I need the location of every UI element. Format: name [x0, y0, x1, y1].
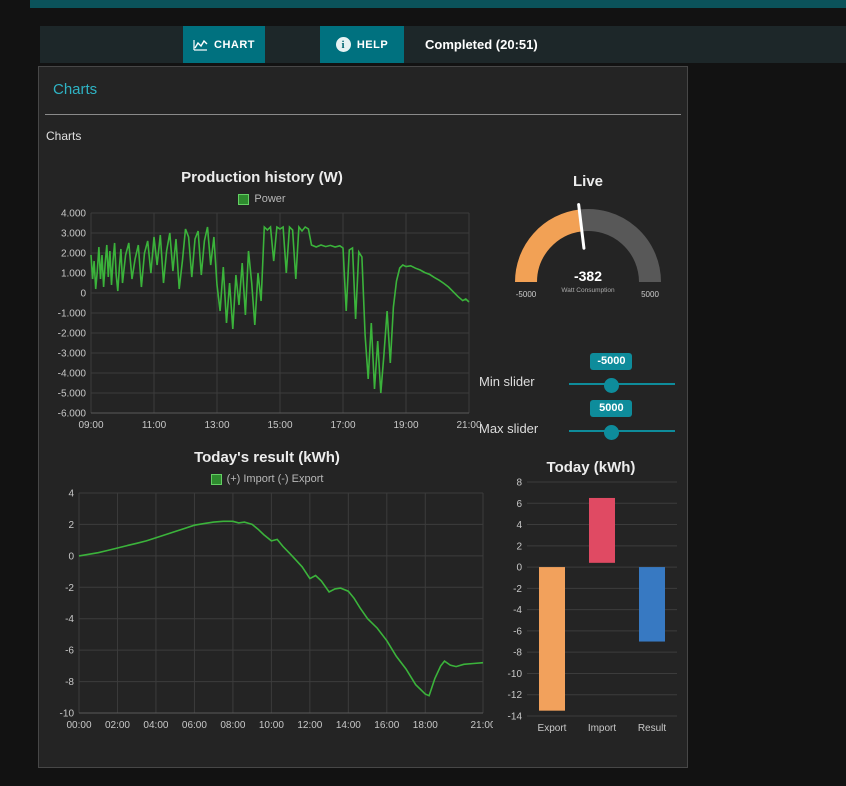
svg-text:-3.000: -3.000: [58, 349, 87, 360]
todays-result-plot: 00:00 02:00 04:00 06:00 08:00 10:00 12:00 14:00…: [60, 489, 493, 732]
svg-text:-2.000: -2.000: [58, 329, 87, 340]
max-slider-label: Max slider: [479, 421, 539, 436]
svg-text:-382: -382: [574, 268, 602, 284]
svg-text:19:00: 19:00: [393, 420, 418, 431]
svg-text:12:00: 12:00: [297, 720, 322, 731]
svg-text:04:00: 04:00: [143, 720, 168, 731]
svg-text:4: 4: [516, 520, 522, 531]
live-gauge: Live -5000 5000 -382 Watt Consumption: [491, 169, 685, 302]
svg-text:2.000: 2.000: [61, 249, 86, 260]
toolbar: CHART i HELP Completed (20:51): [40, 26, 846, 63]
svg-text:-14: -14: [508, 712, 523, 723]
production-history-plot: 09:00 11:00 13:00 15:00 17:00 19:00 21:004.000…: [58, 209, 482, 432]
panel-subtitle: Charts: [46, 129, 82, 143]
charts-panel: Charts Charts Production history (W) Pow…: [38, 66, 688, 768]
svg-text:-8: -8: [513, 648, 522, 659]
svg-text:-8: -8: [65, 677, 74, 688]
max-slider-track[interactable]: [569, 430, 675, 432]
svg-text:-5.000: -5.000: [58, 389, 87, 400]
svg-text:Export: Export: [538, 723, 567, 734]
svg-text:-10: -10: [60, 709, 75, 720]
svg-text:4.000: 4.000: [61, 209, 86, 220]
svg-text:16:00: 16:00: [374, 720, 399, 731]
svg-text:6: 6: [516, 499, 522, 510]
svg-text:-4.000: -4.000: [58, 369, 87, 380]
svg-text:10:00: 10:00: [259, 720, 284, 731]
min-slider-thumb[interactable]: [603, 378, 619, 393]
svg-text:13:00: 13:00: [204, 420, 229, 431]
svg-text:4: 4: [68, 489, 74, 500]
today-bar-title: Today (kWh): [546, 459, 636, 476]
divider: [45, 114, 681, 115]
svg-text:-4: -4: [65, 614, 74, 625]
help-button[interactable]: i HELP: [320, 26, 404, 63]
chart-icon: [193, 39, 208, 51]
svg-text:-6: -6: [513, 626, 522, 637]
svg-text:Result: Result: [638, 723, 667, 734]
svg-text:2: 2: [516, 541, 522, 552]
svg-text:15:00: 15:00: [267, 420, 292, 431]
svg-text:2: 2: [68, 520, 74, 531]
chart-button-label: CHART: [214, 38, 255, 51]
svg-text:09:00: 09:00: [78, 420, 103, 431]
svg-text:17:00: 17:00: [330, 420, 355, 431]
gauge-plot: -5000 5000 -382 Watt Consumption: [515, 203, 661, 299]
svg-text:-4: -4: [513, 605, 522, 616]
production-history-legend[interactable]: Power: [41, 193, 483, 205]
live-gauge-title: Live: [572, 173, 603, 190]
svg-text:8: 8: [516, 478, 522, 489]
svg-text:-6: -6: [65, 646, 74, 657]
min-slider-row: Min slider -5000: [477, 353, 687, 397]
svg-text:Watt Consumption: Watt Consumption: [561, 287, 615, 294]
svg-text:-10: -10: [508, 669, 523, 680]
legend-label-import-export: (+) Import (-) Export: [226, 473, 324, 485]
todays-result-legend[interactable]: (+) Import (-) Export: [41, 473, 493, 485]
panel-title: Charts: [53, 81, 98, 98]
min-slider-value-bubble: -5000: [590, 353, 633, 370]
svg-text:5000: 5000: [641, 290, 659, 299]
svg-text:3.000: 3.000: [61, 229, 86, 240]
svg-text:-2: -2: [513, 584, 522, 595]
svg-text:-2: -2: [65, 583, 74, 594]
today-bar-chart: Today (kWh) 8 6 4 2 0 -2 -4 -6 -8 -10 -12 -14 Export…: [499, 455, 683, 747]
legend-marker-import-export: [210, 473, 222, 485]
max-slider-row: Max slider 5000: [477, 400, 687, 444]
svg-text:06:00: 06:00: [182, 720, 207, 731]
svg-text:0: 0: [80, 289, 86, 300]
min-slider-label: Min slider: [479, 374, 535, 389]
svg-text:02:00: 02:00: [105, 720, 130, 731]
today-bar-plot: 8 6 4 2 0 -2 -4 -6 -8 -10 -12 -14 Export Import Result: [508, 478, 677, 734]
max-slider-value-bubble: 5000: [590, 400, 633, 417]
svg-text:08:00: 08:00: [220, 720, 245, 731]
todays-result-title: Today's result (kWh): [194, 449, 340, 466]
svg-text:Import: Import: [588, 723, 617, 734]
legend-label-power: Power: [254, 193, 286, 205]
legend-marker-power: [238, 193, 250, 205]
svg-text:0: 0: [516, 563, 522, 574]
production-history-title: Production history (W): [181, 169, 343, 186]
svg-text:0: 0: [68, 551, 74, 562]
svg-text:-12: -12: [508, 690, 523, 701]
svg-text:14:00: 14:00: [336, 720, 361, 731]
dashboard-screen: CHART i HELP Completed (20:51) Charts Ch…: [0, 0, 846, 786]
max-slider-thumb[interactable]: [603, 425, 619, 440]
svg-text:-1.000: -1.000: [58, 309, 87, 320]
min-slider-track[interactable]: [569, 383, 675, 385]
status-text: Completed (20:51): [425, 37, 538, 52]
svg-text:18:00: 18:00: [413, 720, 438, 731]
svg-text:-5000: -5000: [516, 290, 537, 299]
top-accent-bar: [30, 0, 846, 8]
svg-text:00:00: 00:00: [66, 720, 91, 731]
svg-text:21:00: 21:00: [470, 720, 493, 731]
info-icon: i: [335, 37, 351, 52]
svg-text:11:00: 11:00: [142, 420, 167, 431]
help-button-label: HELP: [356, 38, 389, 51]
svg-text:-6.000: -6.000: [58, 409, 87, 420]
chart-button[interactable]: CHART: [183, 26, 265, 63]
production-history-chart: Production history (W) Power 09:00 11:00 1…: [41, 165, 483, 445]
svg-text:1.000: 1.000: [61, 269, 86, 280]
todays-result-chart: Today's result (kWh) (+) Import (-) Expo…: [41, 445, 493, 747]
